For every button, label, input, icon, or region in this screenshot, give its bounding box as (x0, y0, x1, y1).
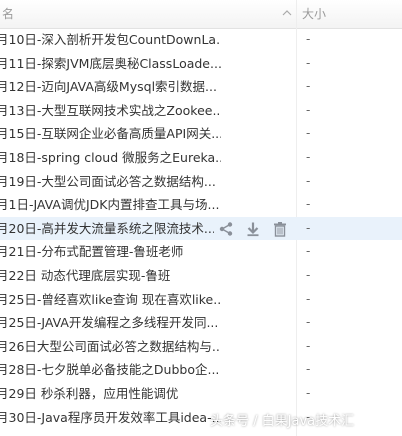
name-column-label: 名 (2, 7, 15, 21)
file-row[interactable]: 月15日-互联网企业必备高质量API网关... - (0, 122, 402, 146)
name-column-header[interactable]: 名 (0, 0, 296, 28)
share-icon[interactable] (218, 221, 234, 237)
file-list-header: 名 大小 (0, 0, 402, 29)
file-size: - (306, 267, 311, 282)
file-name[interactable]: 月15日-互联网企业必备高质量API网关... (0, 122, 221, 146)
file-row[interactable]: 月29日 秒杀利器，应用性能调优 - (0, 382, 402, 406)
file-name[interactable]: 月22日 动态代理底层实现-鲁班 (0, 264, 221, 288)
file-size: - (306, 79, 311, 94)
file-name[interactable]: 月28日-七夕脱单必备技能之Dubbo企... (0, 358, 221, 382)
file-row[interactable]: 月22日 动态代理底层实现-鲁班 - (0, 264, 402, 288)
file-size: - (306, 32, 311, 46)
file-row[interactable]: 月26日大型公司面试必答之数据结构与... - (0, 335, 402, 359)
file-row[interactable]: 月13日-大型互联网技术实战之Zookee... - (0, 99, 402, 123)
file-row[interactable]: 月28日-七夕脱单必备技能之Dubbo企... - (0, 358, 402, 382)
file-size: - (306, 126, 311, 141)
file-size: - (306, 315, 311, 330)
size-column-label: 大小 (302, 7, 327, 21)
sort-up-icon[interactable] (282, 8, 292, 18)
delete-icon[interactable] (272, 221, 288, 237)
file-name[interactable]: 月11日-探索JVM底层奥秘ClassLoade... (0, 52, 221, 76)
file-name[interactable]: 月18日-spring cloud 微服务之Eureka... (0, 146, 221, 170)
file-name[interactable]: 月1日-JAVA调优JDK内置排查工具与场... (0, 193, 221, 217)
file-row[interactable]: 月11日-探索JVM底层奥秘ClassLoade... - (0, 52, 402, 76)
file-name[interactable]: 月25日-曾经喜欢like查询 现在喜欢like... (0, 288, 221, 312)
file-name[interactable]: 月21日-分布式配置管理-鲁班老师 (0, 240, 221, 264)
file-name[interactable]: 月29日 秒杀利器，应用性能调优 (0, 382, 221, 406)
download-icon[interactable] (245, 221, 261, 237)
file-row[interactable]: 月10日-深入剖析开发包CountDownLa... - (0, 28, 402, 52)
file-row[interactable]: 月25日-曾经喜欢like查询 现在喜欢like... - (0, 288, 402, 312)
file-size: - (306, 338, 311, 353)
file-row[interactable]: 月12日-迈向JAVA高级Mysql索引数据... - (0, 75, 402, 99)
file-name[interactable]: 月12日-迈向JAVA高级Mysql索引数据... (0, 75, 221, 99)
file-name[interactable]: 月25日-JAVA开发编程之多线程开发同... (0, 311, 221, 335)
file-name[interactable]: 月26日大型公司面试必答之数据结构与... (0, 335, 221, 359)
file-size: - (306, 102, 311, 117)
file-size: - (306, 244, 311, 259)
file-size: - (306, 197, 311, 212)
file-row[interactable]: 月21日-分布式配置管理-鲁班老师 - (0, 240, 402, 264)
file-row[interactable]: 月18日-spring cloud 微服务之Eureka... - (0, 146, 402, 170)
file-list: 月10日-深入剖析开发包CountDownLa... - 月11日-探索JVM底层… (0, 28, 402, 429)
watermark-text: 头条号 / 白果Java技术汇 (210, 414, 355, 429)
file-name[interactable]: 月20日-高并发大流量系统之限流技术... (0, 217, 221, 241)
file-size: - (306, 149, 311, 164)
file-size: - (306, 291, 311, 306)
file-name[interactable]: 月10日-深入剖析开发包CountDownLa... (0, 28, 221, 52)
file-row[interactable]: 月1日-JAVA调优JDK内置排查工具与场... - (0, 193, 402, 217)
file-row-hovered[interactable]: 月20日-高并发大流量系统之限流技术... - (0, 216, 402, 241)
file-name[interactable]: 月13日-大型互联网技术实战之Zookee... (0, 99, 221, 123)
file-name[interactable]: 月30日-Java程序员开发效率工具idea-... (0, 406, 221, 430)
file-size: - (306, 220, 311, 235)
row-actions (214, 216, 288, 241)
file-row[interactable]: 月25日-JAVA开发编程之多线程开发同... - (0, 311, 402, 335)
file-size: - (306, 55, 311, 70)
size-column-header[interactable]: 大小 (302, 0, 326, 28)
file-row[interactable]: 月19日-大型公司面试必答之数据结构... - (0, 170, 402, 194)
file-size: - (306, 362, 311, 377)
file-name[interactable]: 月19日-大型公司面试必答之数据结构... (0, 170, 221, 194)
file-size: - (306, 173, 311, 188)
file-size: - (306, 385, 311, 400)
